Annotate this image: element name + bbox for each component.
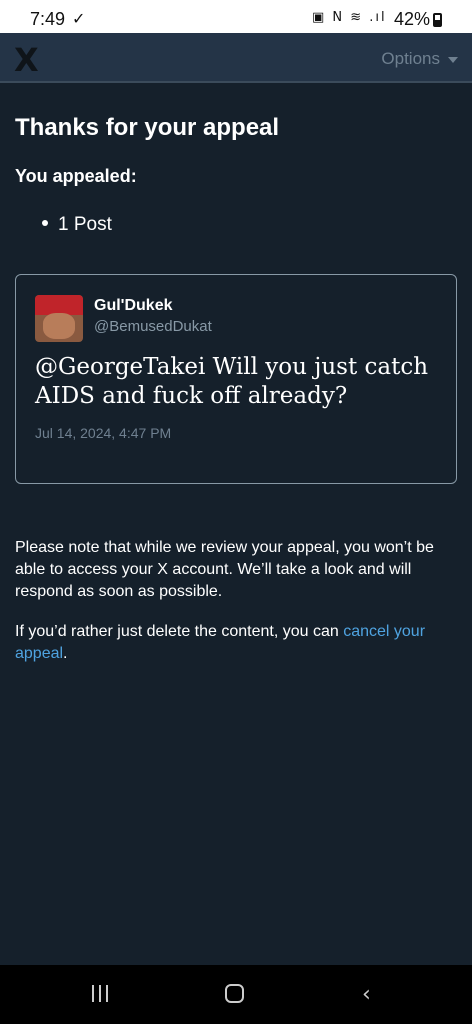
post-text: @GeorgeTakei Will you just catch AIDS an… [35, 354, 429, 409]
avatar-face [43, 313, 75, 339]
author-name: Gul'Dukek [94, 297, 173, 314]
author-handle: @BemusedDukat [94, 318, 212, 335]
bullet-icon [42, 220, 48, 227]
recent-apps-icon[interactable] [92, 985, 110, 1002]
system-nav-bar: ‹ [0, 965, 472, 1024]
appealed-item: 1 Post [42, 214, 112, 236]
delete-notice: If you’d rather just delete the content,… [15, 621, 455, 665]
options-button[interactable]: Options [381, 49, 458, 69]
options-label: Options [381, 49, 440, 68]
status-icons: ▣ N ≋ .ıl [312, 10, 387, 25]
avatar-hat [35, 295, 83, 315]
avatar [35, 295, 83, 342]
back-icon[interactable]: ‹ [362, 982, 371, 1007]
battery-icon [433, 13, 442, 27]
x-logo-icon[interactable]: X [14, 41, 39, 79]
appealed-item-label: 1 Post [58, 214, 112, 235]
page-title: Thanks for your appeal [15, 114, 280, 141]
delete-notice-prefix: If you’d rather just delete the content,… [15, 623, 344, 640]
status-time: 7:49 [30, 9, 66, 29]
appealed-label: You appealed: [15, 166, 137, 186]
download-done-icon: ✓ [72, 11, 86, 28]
delete-notice-suffix: . [63, 645, 68, 662]
review-notice: Please note that while we review your ap… [15, 539, 434, 600]
post-date: Jul 14, 2024, 4:47 PM [35, 425, 172, 441]
home-icon[interactable] [225, 984, 244, 1003]
status-bar: 7:49 ✓ ▣ N ≋ .ıl 42% [0, 0, 472, 33]
battery-percent: 42% [394, 9, 431, 29]
post-card: Gul'Dukek @BemusedDukat @GeorgeTakei Wil… [15, 274, 457, 484]
app-header: X Options [0, 33, 472, 83]
caret-down-icon [448, 56, 458, 63]
